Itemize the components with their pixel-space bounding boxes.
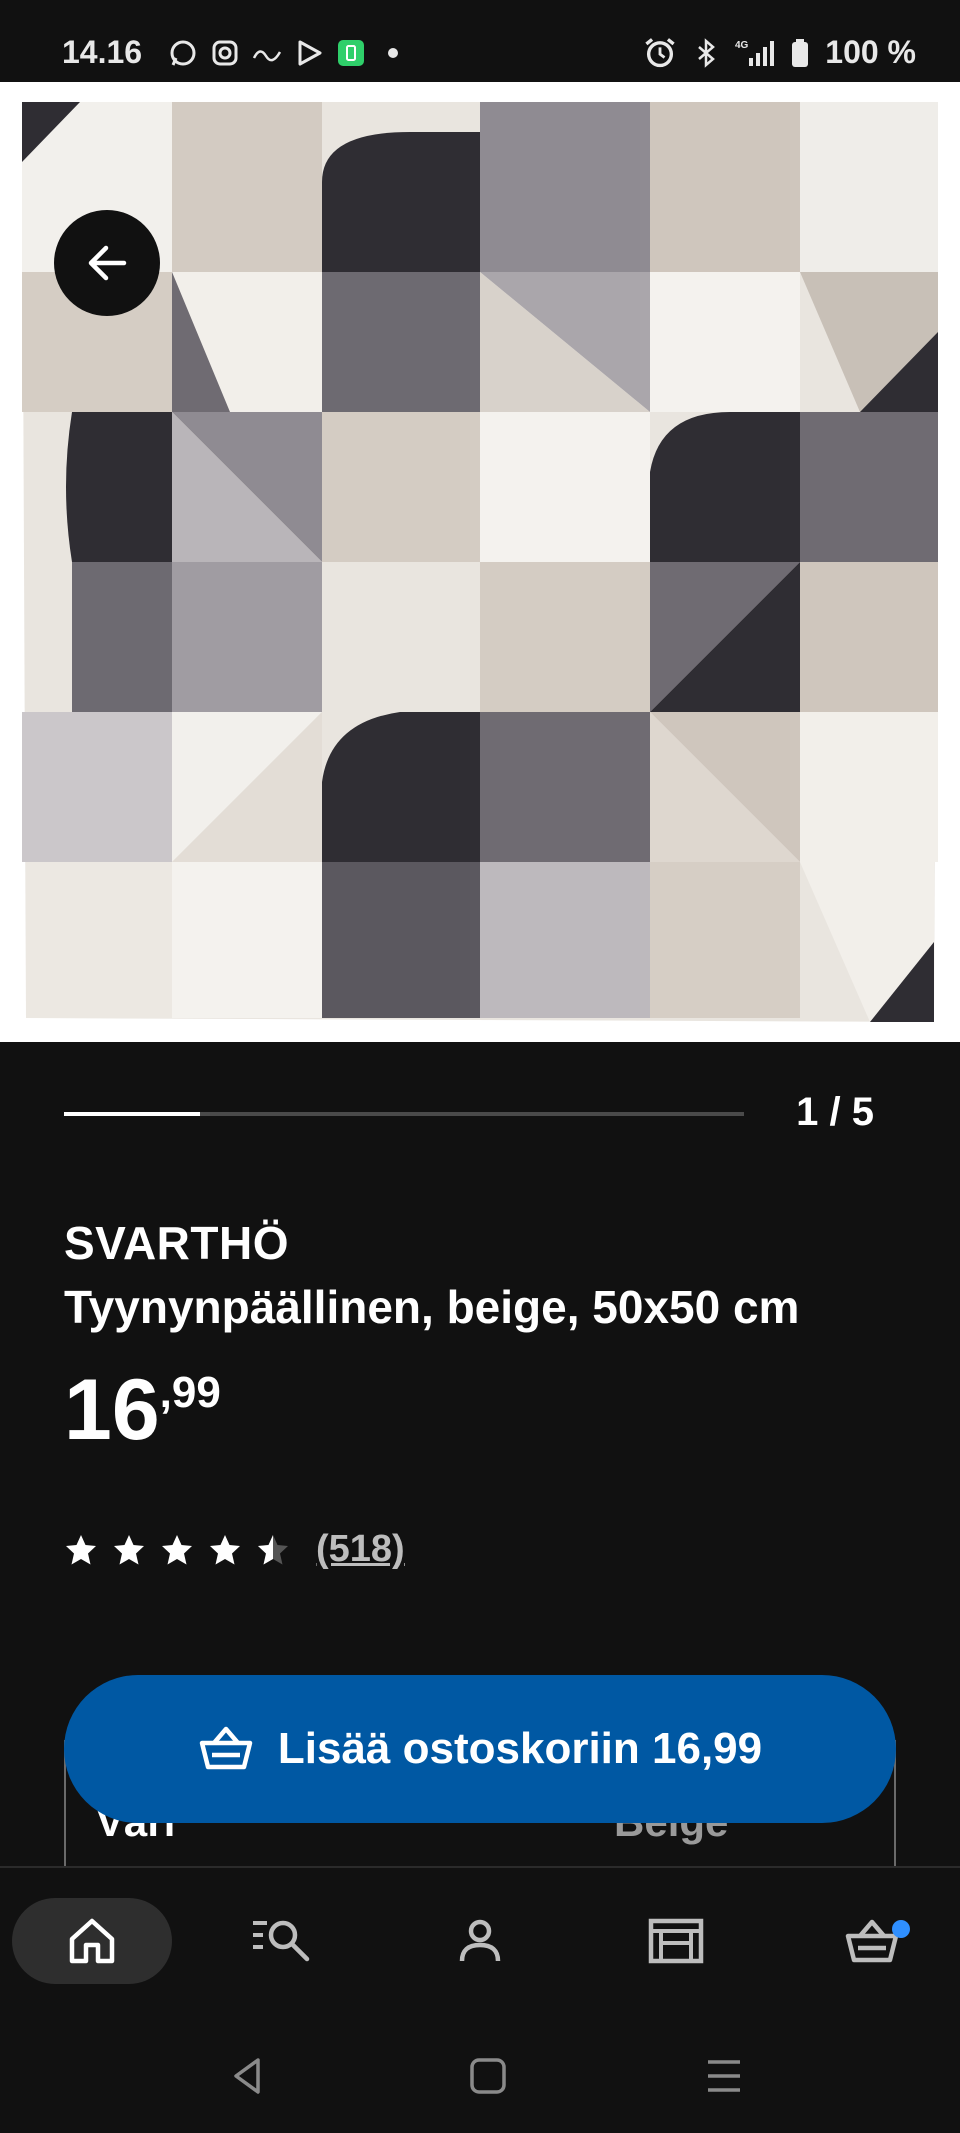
carousel-track bbox=[64, 1112, 744, 1116]
basket-icon bbox=[199, 1726, 253, 1770]
whatsapp-icon bbox=[170, 40, 196, 66]
add-to-cart-label: Lisää ostoskoriin 16,99 bbox=[277, 1724, 763, 1773]
status-bar: 14.16 4G 100 % bbox=[0, 0, 960, 82]
battery-icon bbox=[792, 38, 809, 67]
notification-icons bbox=[168, 38, 408, 68]
carousel-progress-fill bbox=[64, 1112, 200, 1116]
arrow-left-icon bbox=[88, 245, 127, 281]
4g-signal-icon: 4G bbox=[735, 40, 775, 66]
nav-search[interactable] bbox=[202, 1898, 362, 1984]
nav-home[interactable] bbox=[12, 1898, 172, 1984]
price-decimal: ,99 bbox=[159, 1368, 221, 1417]
review-count: (518) bbox=[316, 1528, 405, 1570]
star-icon bbox=[66, 1534, 96, 1564]
half-star-icon bbox=[258, 1534, 288, 1564]
product-name: SVARTHÖ bbox=[64, 1217, 289, 1269]
product-rating[interactable]: (518) bbox=[64, 1528, 405, 1571]
status-time: 14.16 bbox=[62, 34, 143, 70]
battery-saver-icon bbox=[338, 40, 364, 66]
carousel-counter: 1 / 5 bbox=[796, 1090, 874, 1134]
home-icon bbox=[69, 1918, 115, 1964]
product-price: 16 ,99 bbox=[64, 1365, 221, 1455]
dot-icon bbox=[388, 48, 398, 58]
elisa-icon bbox=[252, 50, 282, 62]
review-count-link[interactable]: (518) bbox=[316, 1528, 405, 1571]
back-button[interactable] bbox=[54, 210, 160, 316]
nav-stores[interactable] bbox=[596, 1898, 756, 1984]
product-description: Tyynynpäällinen, beige, 50x50 cm bbox=[64, 1281, 800, 1333]
cart-icon bbox=[845, 1919, 899, 1963]
account-icon bbox=[459, 1919, 501, 1962]
bluetooth-icon bbox=[698, 37, 716, 68]
system-recents-icon[interactable] bbox=[700, 2052, 748, 2100]
cart-badge bbox=[892, 1920, 910, 1938]
battery-percentage: 100 % bbox=[825, 34, 916, 70]
search-icon bbox=[253, 1920, 310, 1962]
add-to-cart-button[interactable]: Lisää ostoskoriin 16,99 bbox=[64, 1675, 896, 1823]
star-icon bbox=[210, 1534, 240, 1564]
screen: 14.16 4G 100 % 1 / 5 SVARTHÖ Tyynynpääll… bbox=[0, 0, 960, 2133]
pillow-pattern bbox=[22, 102, 938, 1022]
carousel-progress bbox=[64, 1092, 744, 1136]
system-status-icons: 4G 100 % bbox=[643, 34, 916, 71]
system-back-icon[interactable] bbox=[224, 2052, 272, 2100]
system-home-icon[interactable] bbox=[464, 2052, 512, 2100]
nav-cart[interactable] bbox=[792, 1898, 952, 1984]
bottom-navigation bbox=[0, 1866, 960, 2016]
svg-text:4G: 4G bbox=[735, 40, 749, 51]
nav-account[interactable] bbox=[400, 1898, 560, 1984]
system-navigation-bar bbox=[0, 2016, 960, 2133]
product-image-carousel[interactable] bbox=[0, 82, 960, 1042]
instagram-icon bbox=[212, 40, 238, 66]
alarm-icon bbox=[645, 37, 675, 67]
price-integer: 16 bbox=[64, 1362, 160, 1458]
star-icon bbox=[114, 1534, 144, 1564]
play-store-icon bbox=[298, 40, 322, 66]
star-icon bbox=[162, 1534, 192, 1564]
store-icon bbox=[648, 1918, 704, 1964]
